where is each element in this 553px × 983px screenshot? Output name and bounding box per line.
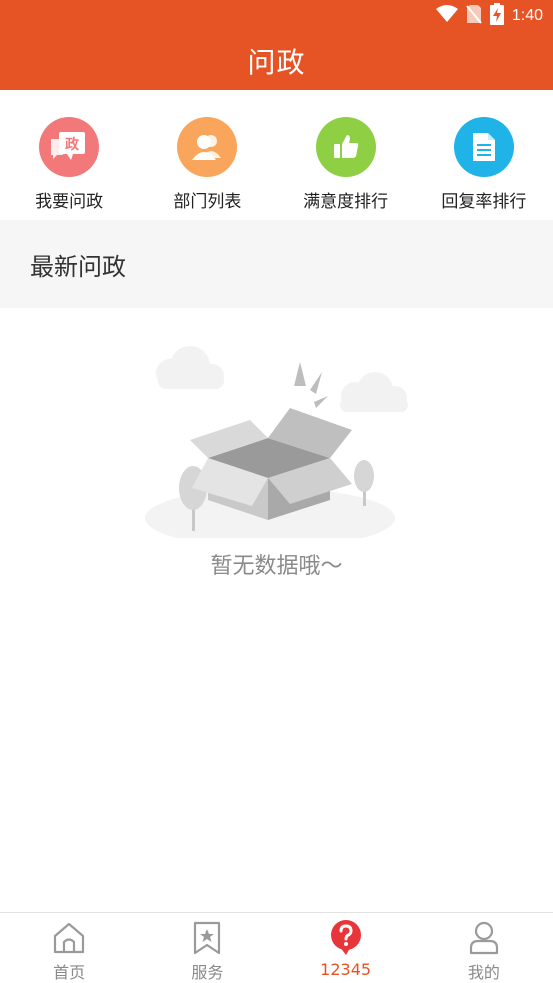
question-bubble-icon xyxy=(328,920,364,956)
politics-speech-icon: 政 xyxy=(39,117,100,177)
app-header: 问政 xyxy=(0,32,553,90)
tab-label: 我的 xyxy=(467,963,500,982)
quick-item-reply-rate-ranking[interactable]: 回复率排行 xyxy=(415,90,553,220)
status-time: 1:40 xyxy=(511,7,543,24)
empty-state: 暂无数据哦～ xyxy=(0,308,553,608)
document-icon xyxy=(453,117,514,177)
quick-item-satisfaction-ranking[interactable]: 满意度排行 xyxy=(277,90,415,220)
quick-item-ask-politics[interactable]: 政 我要问政 xyxy=(0,90,138,220)
tab-label: 服务 xyxy=(191,963,224,982)
quick-item-department-list[interactable]: 部门列表 xyxy=(138,90,276,220)
empty-box-illustration xyxy=(140,328,420,548)
section-title: 最新问政 xyxy=(30,252,126,281)
no-sim-icon xyxy=(466,4,482,28)
tab-label: 12345 xyxy=(320,960,372,979)
tab-home[interactable]: 首页 xyxy=(0,913,138,983)
battery-charging-icon xyxy=(489,3,504,29)
home-icon xyxy=(51,920,87,955)
quick-menu: 政 我要问政 部门列表 满意度排行 回复率排行 xyxy=(0,90,553,220)
bottom-tab-bar: 首页 服务 12345 我的 xyxy=(0,912,553,983)
tab-12345[interactable]: 12345 xyxy=(277,913,415,983)
wifi-icon xyxy=(435,5,458,27)
svg-text:政: 政 xyxy=(65,136,80,153)
people-icon xyxy=(177,117,238,177)
status-bar: 1:40 xyxy=(0,0,553,32)
page-title: 问政 xyxy=(247,46,306,79)
quick-item-label: 我要问政 xyxy=(35,192,104,212)
tab-mine[interactable]: 我的 xyxy=(415,913,553,983)
tab-label: 首页 xyxy=(53,963,86,982)
star-bookmark-icon xyxy=(189,920,225,955)
thumbs-up-icon xyxy=(315,117,376,177)
empty-state-text: 暂无数据哦～ xyxy=(210,554,343,579)
status-icons: 1:40 xyxy=(435,3,543,29)
section-header: 最新问政 xyxy=(0,220,553,308)
quick-item-label: 满意度排行 xyxy=(303,192,389,212)
user-icon xyxy=(466,920,502,955)
tab-service[interactable]: 服务 xyxy=(138,913,276,983)
quick-item-label: 部门列表 xyxy=(173,192,242,212)
quick-item-label: 回复率排行 xyxy=(441,192,527,212)
